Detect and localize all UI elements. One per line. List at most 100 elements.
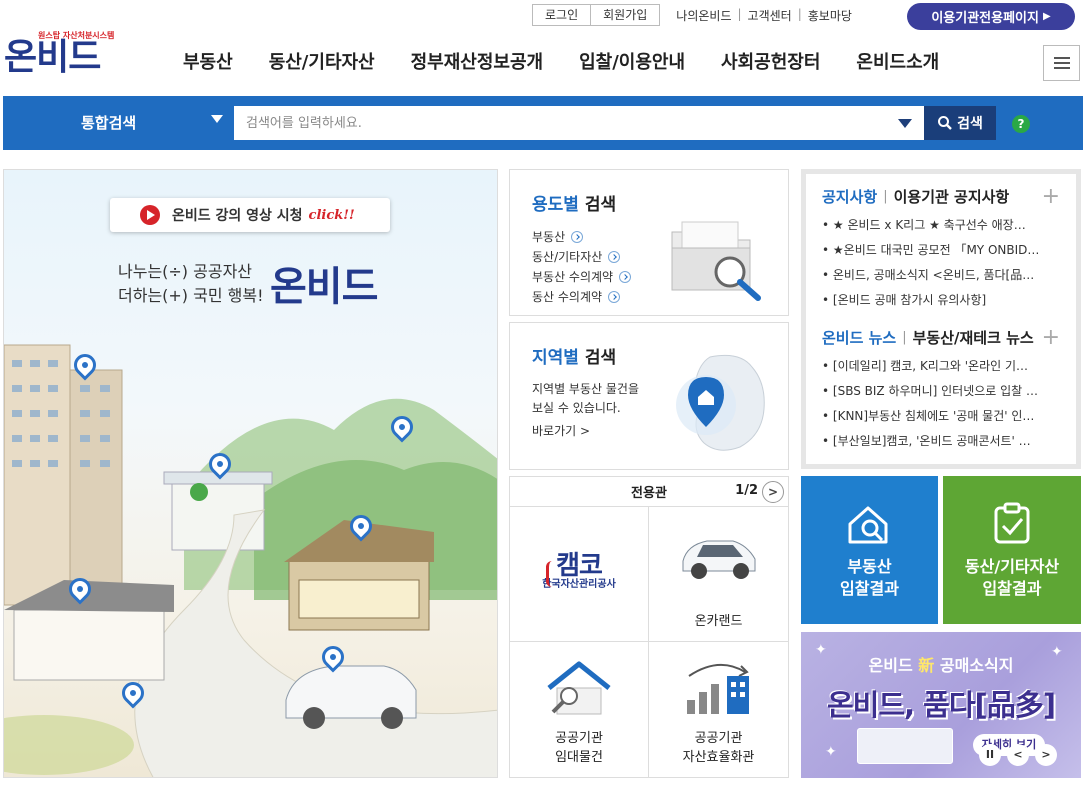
building-chart-icon — [686, 664, 749, 714]
search-input[interactable] — [234, 106, 924, 140]
checklist-icon — [994, 502, 1030, 544]
nav-about[interactable]: 온비드소개 — [856, 48, 939, 74]
news-list: • [이데일리] 캠코, K리그와 '온라인 기… • [SBS BIZ 하우머… — [822, 354, 1060, 454]
video-lecture-button[interactable]: 온비드 강의 영상 시청 click!! — [110, 198, 390, 232]
notice-item[interactable]: • ★온비드 대국민 공모전 「MY ONBID… — [822, 238, 1060, 263]
news-item[interactable]: • [KNN]부동산 침체에도 '공매 물건' 인… — [822, 404, 1060, 429]
newsletter-thumbnail — [857, 728, 953, 764]
movable-result-label-1: 동산/기타자산 — [964, 557, 1060, 576]
separator: | — [797, 6, 802, 21]
tab-notice[interactable]: 공지사항 — [822, 186, 877, 207]
next-page-button[interactable]: > — [762, 481, 784, 503]
oncarland-hall[interactable]: 온카랜드 — [649, 507, 788, 642]
movable-result-label-2: 입찰결과 — [982, 579, 1042, 598]
click-text: click!! — [308, 207, 355, 223]
folder-search-icon — [671, 221, 761, 301]
page-indicator: 1/2 — [735, 483, 758, 498]
news-item[interactable]: • [SBS BIZ 하우머니] 인터넷으로 입찰 … — [822, 379, 1060, 404]
asset-efficiency-hall[interactable]: 공공기관 자산효율화관 — [649, 642, 788, 777]
search-icon — [938, 116, 952, 130]
notice-item[interactable]: • [온비드 공매 참가시 유의사항] — [822, 288, 1060, 313]
utility-links: 나의온비드 | 고객센터 | 홍보마당 — [676, 7, 852, 24]
house-magnifier-icon — [848, 506, 887, 544]
asset-efficiency-label-2: 자산효율화관 — [682, 750, 755, 765]
prev-slide-button[interactable]: < — [1007, 744, 1029, 766]
slogan-line-2: 더하는(+) 국민 행복! — [118, 286, 264, 305]
public-rental-label-1: 공공기관 — [555, 731, 603, 746]
tab-realestate-news[interactable]: 부동산/재테크 뉴스 — [913, 327, 1034, 348]
pause-button[interactable]: II — [979, 744, 1001, 766]
region-search-card[interactable]: 지역별 검색 지역별 부동산 물건을 보실 수 있습니다. 바로가기 > — [509, 322, 789, 470]
news-item[interactable]: • [부산일보]캠코, '온비드 공매콘서트' … — [822, 429, 1060, 454]
hero-banner[interactable]: 온비드 강의 영상 시청 click!! 나누는(÷) 공공자산 더하는(+) … — [3, 169, 498, 778]
dedicated-hall-title: 전용관 — [631, 486, 667, 501]
dropdown-arrow-icon — [211, 115, 223, 123]
kamco-hall[interactable]: 캠코 한국자산관리공사 — [510, 507, 649, 642]
arrow-circle-icon — [571, 231, 584, 243]
kamco-logo: 캠코 — [546, 553, 603, 587]
nav-social-market[interactable]: 사회공헌장터 — [721, 48, 820, 74]
notice-news-panel: 공지사항 | 이용기관 공지사항 + • ★ 온비드 x K리그 ★ 축구선수 … — [801, 169, 1081, 469]
hamburger-menu-button[interactable] — [1043, 45, 1080, 81]
tab-agency-notice[interactable]: 이용기관 공지사항 — [894, 186, 1010, 207]
play-icon — [140, 205, 160, 225]
korea-map-icon — [676, 354, 765, 451]
tab-onbid-news[interactable]: 온비드 뉴스 — [822, 327, 896, 348]
notice-header: 공지사항 | 이용기관 공지사항 + — [822, 184, 1060, 209]
car-icon — [682, 540, 755, 579]
sparkle-icon: ✦ — [825, 744, 837, 760]
signup-link[interactable]: 회원가입 — [590, 5, 659, 25]
newsletter-banner[interactable]: ✦ ✦ ✦ 온비드 新 공매소식지 온비드, 품다[品多] 자세히 보기 II … — [801, 632, 1081, 778]
realestate-result-label-1: 부동산 — [847, 557, 892, 576]
logo-text: 온비드 — [4, 37, 101, 78]
site-logo[interactable]: 원스탑 자산처분시스템 온비드 — [4, 30, 114, 78]
notice-item[interactable]: • 온비드, 공매소식지 <온비드, 품다[品… — [822, 263, 1060, 288]
separator: | — [883, 189, 888, 204]
hero-slogan: 나누는(÷) 공공자산 더하는(+) 국민 행복! — [118, 260, 264, 308]
dedicated-hall-header: 전용관 1/2 > — [509, 476, 789, 506]
oncarland-label: 온카랜드 — [694, 614, 743, 629]
partner-page-button[interactable]: 이용기관전용페이지 ▶ — [907, 3, 1075, 30]
realestate-result-label-2: 입찰결과 — [840, 579, 899, 598]
hero-logo: 온비드 — [270, 264, 378, 310]
movable-result-tile[interactable]: 동산/기타자산 입찰결과 — [943, 476, 1081, 624]
hamburger-icon — [1053, 62, 1070, 64]
public-rental-hall[interactable]: 공공기관 임대물건 — [510, 642, 649, 777]
next-slide-button[interactable]: > — [1035, 744, 1057, 766]
arrow-circle-icon — [619, 271, 632, 283]
customer-center-link[interactable]: 고객센터 — [748, 7, 792, 24]
notice-list: • ★ 온비드 x K리그 ★ 축구선수 애장… • ★온비드 대국민 공모전 … — [822, 213, 1060, 313]
separator: | — [902, 330, 907, 345]
dedicated-hall-grid: 캠코 한국자산관리공사 온카랜드 공공기관 임대물건 공공기관 자산효율화관 — [509, 506, 789, 778]
news-item[interactable]: • [이데일리] 캠코, K리그와 '온라인 기… — [822, 354, 1060, 379]
more-plus-icon[interactable]: + — [1042, 184, 1060, 209]
realestate-result-tile[interactable]: 부동산 입찰결과 — [801, 476, 938, 624]
search-button[interactable]: 검색 — [924, 106, 996, 140]
slogan-line-1: 나누는(÷) 공공자산 — [118, 262, 253, 281]
more-plus-icon[interactable]: + — [1042, 325, 1060, 350]
search-dropdown-icon[interactable] — [898, 119, 912, 128]
nav-gov-property[interactable]: 정부재산정보공개 — [411, 48, 543, 74]
arrow-circle-icon — [608, 251, 621, 263]
search-bar: 통합검색 검색 ? — [3, 96, 1083, 150]
auth-box: 로그인 회원가입 — [532, 4, 661, 26]
notice-item[interactable]: • ★ 온비드 x K리그 ★ 축구선수 애장… — [822, 213, 1060, 238]
triangle-right-icon: ▶ — [1042, 11, 1051, 22]
nav-realestate[interactable]: 부동산 — [183, 48, 233, 74]
login-link[interactable]: 로그인 — [533, 5, 590, 25]
public-rental-label-2: 임대물건 — [555, 750, 603, 765]
partner-page-label: 이용기관전용페이지 — [931, 11, 1039, 26]
my-onbid-link[interactable]: 나의온비드 — [676, 7, 731, 24]
nav-bid-guide[interactable]: 입찰/이용안내 — [579, 48, 685, 74]
search-button-label: 검색 — [957, 116, 983, 132]
promotion-link[interactable]: 홍보마당 — [808, 7, 852, 24]
utility-bar: 로그인 회원가입 나의온비드 | 고객센터 | 홍보마당 — [532, 4, 852, 26]
nav-movable[interactable]: 동산/기타자산 — [269, 48, 375, 74]
house-search-icon — [547, 661, 611, 715]
main-nav: 부동산 동산/기타자산 정부재산정보공개 입찰/이용안내 사회공헌장터 온비드소… — [183, 48, 975, 74]
banner-title: 온비드, 품다[品多] — [826, 688, 1056, 722]
search-scope-select[interactable]: 통합검색 — [3, 106, 233, 138]
asset-efficiency-label-1: 공공기관 — [694, 731, 743, 746]
arrow-circle-icon — [608, 291, 621, 303]
help-icon[interactable]: ? — [1012, 115, 1030, 133]
